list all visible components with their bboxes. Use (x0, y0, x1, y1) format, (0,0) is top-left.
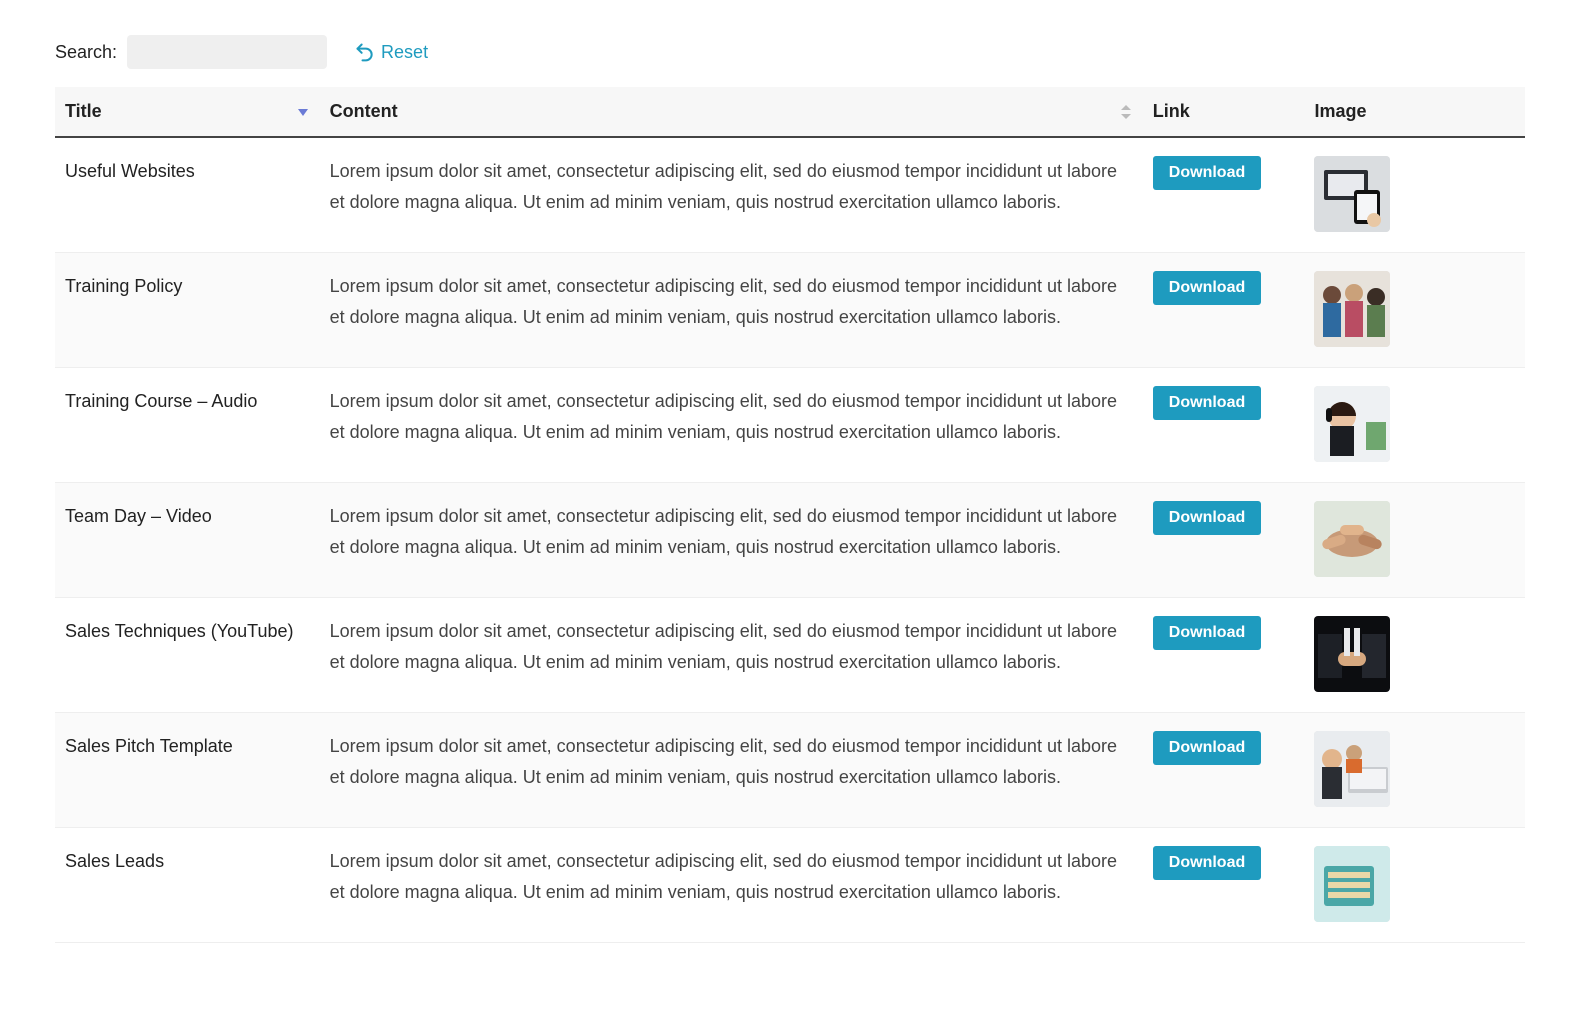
col-header-image: Image (1304, 87, 1525, 137)
cell-image (1304, 598, 1525, 713)
thumbnail (1314, 271, 1390, 347)
cell-link: Download (1143, 368, 1305, 483)
cell-link: Download (1143, 713, 1305, 828)
cell-title: Team Day – Video (55, 483, 320, 598)
cell-link: Download (1143, 483, 1305, 598)
thumbnail (1314, 616, 1390, 692)
table-row: Team Day – VideoLorem ipsum dolor sit am… (55, 483, 1525, 598)
reset-label: Reset (381, 42, 428, 63)
thumbnail (1314, 731, 1390, 807)
cell-content: Lorem ipsum dolor sit amet, consectetur … (320, 483, 1143, 598)
download-button[interactable]: Download (1153, 616, 1261, 650)
thumbnail (1314, 386, 1390, 462)
cell-content: Lorem ipsum dolor sit amet, consectetur … (320, 828, 1143, 943)
cell-image (1304, 483, 1525, 598)
cell-image (1304, 713, 1525, 828)
col-header-title[interactable]: Title (55, 87, 320, 137)
table-row: Training PolicyLorem ipsum dolor sit ame… (55, 253, 1525, 368)
sort-desc-icon (298, 106, 308, 118)
cell-link: Download (1143, 828, 1305, 943)
table-row: Sales LeadsLorem ipsum dolor sit amet, c… (55, 828, 1525, 943)
reset-link[interactable]: Reset (355, 42, 428, 63)
cell-link: Download (1143, 137, 1305, 253)
cell-content: Lorem ipsum dolor sit amet, consectetur … (320, 713, 1143, 828)
col-header-content[interactable]: Content (320, 87, 1143, 137)
download-button[interactable]: Download (1153, 271, 1261, 305)
cell-image (1304, 368, 1525, 483)
table-row: Training Course – AudioLorem ipsum dolor… (55, 368, 1525, 483)
resources-table: Title Content Link Image Useful Websites… (55, 87, 1525, 943)
thumbnail (1314, 501, 1390, 577)
cell-title: Training Policy (55, 253, 320, 368)
download-button[interactable]: Download (1153, 156, 1261, 190)
cell-link: Download (1143, 598, 1305, 713)
thumbnail (1314, 156, 1390, 232)
cell-image (1304, 828, 1525, 943)
search-label: Search: (55, 42, 117, 63)
cell-title: Sales Techniques (YouTube) (55, 598, 320, 713)
download-button[interactable]: Download (1153, 731, 1261, 765)
col-header-content-label: Content (330, 101, 398, 121)
cell-title: Sales Pitch Template (55, 713, 320, 828)
table-row: Sales Pitch TemplateLorem ipsum dolor si… (55, 713, 1525, 828)
table-header-row: Title Content Link Image (55, 87, 1525, 137)
table-row: Sales Techniques (YouTube)Lorem ipsum do… (55, 598, 1525, 713)
download-button[interactable]: Download (1153, 501, 1261, 535)
cell-content: Lorem ipsum dolor sit amet, consectetur … (320, 253, 1143, 368)
table-row: Useful WebsitesLorem ipsum dolor sit ame… (55, 137, 1525, 253)
sort-both-icon (1121, 104, 1131, 120)
col-header-link-label: Link (1153, 101, 1190, 121)
cell-image (1304, 137, 1525, 253)
undo-icon (355, 42, 375, 62)
col-header-title-label: Title (65, 101, 102, 121)
cell-title: Sales Leads (55, 828, 320, 943)
thumbnail (1314, 846, 1390, 922)
cell-content: Lorem ipsum dolor sit amet, consectetur … (320, 598, 1143, 713)
download-button[interactable]: Download (1153, 386, 1261, 420)
cell-title: Training Course – Audio (55, 368, 320, 483)
cell-content: Lorem ipsum dolor sit amet, consectetur … (320, 368, 1143, 483)
cell-title: Useful Websites (55, 137, 320, 253)
search-input[interactable] (127, 35, 327, 69)
col-header-link: Link (1143, 87, 1305, 137)
cell-link: Download (1143, 253, 1305, 368)
search-bar: Search: Reset (55, 35, 1525, 69)
col-header-image-label: Image (1314, 101, 1366, 121)
cell-content: Lorem ipsum dolor sit amet, consectetur … (320, 137, 1143, 253)
cell-image (1304, 253, 1525, 368)
download-button[interactable]: Download (1153, 846, 1261, 880)
